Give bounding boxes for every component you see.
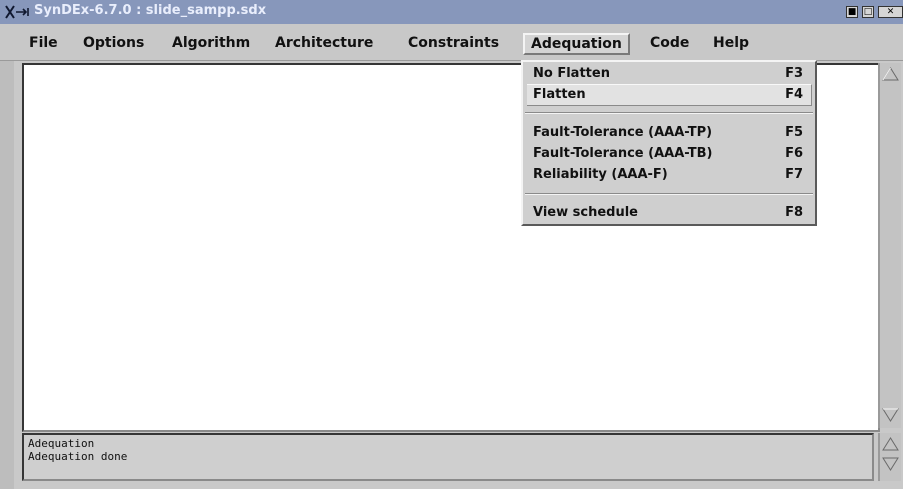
menu-help[interactable]: Help bbox=[706, 32, 756, 54]
scroll-down-icon[interactable] bbox=[882, 457, 899, 471]
menu-bar: File Options Algorithm Architecture Cons… bbox=[0, 24, 903, 61]
menu-algorithm[interactable]: Algorithm bbox=[165, 32, 257, 54]
menu-item-view-schedule[interactable]: View schedule F8 bbox=[527, 203, 811, 223]
title-bar[interactable]: SynDEx-6.7.0 : slide_sampp.sdx ■ □ ✕ bbox=[0, 0, 903, 25]
menu-separator bbox=[525, 193, 813, 195]
log-scrollbar[interactable] bbox=[878, 433, 901, 481]
window-title: SynDEx-6.7.0 : slide_sampp.sdx bbox=[34, 3, 267, 18]
menu-item-fault-tolerance-tb[interactable]: Fault-Tolerance (AAA-TB) F6 bbox=[527, 144, 811, 164]
menu-code[interactable]: Code bbox=[643, 32, 696, 54]
log-line: Adequation bbox=[28, 437, 95, 450]
menu-item-shortcut: F8 bbox=[785, 205, 803, 220]
menu-item-shortcut: F5 bbox=[785, 125, 803, 140]
menu-item-label: Flatten bbox=[533, 87, 586, 102]
menu-architecture[interactable]: Architecture bbox=[268, 32, 380, 54]
maximize-icon[interactable]: □ bbox=[862, 6, 874, 18]
left-frame bbox=[0, 61, 14, 489]
menu-item-label: View schedule bbox=[533, 205, 638, 220]
close-icon[interactable]: ✕ bbox=[878, 6, 903, 18]
menu-options[interactable]: Options bbox=[76, 32, 151, 54]
menu-separator bbox=[525, 112, 813, 114]
menu-item-label: Reliability (AAA-F) bbox=[533, 167, 668, 182]
menu-item-shortcut: F6 bbox=[785, 146, 803, 161]
menu-item-shortcut: F3 bbox=[785, 66, 803, 81]
menu-item-reliability[interactable]: Reliability (AAA-F) F7 bbox=[527, 165, 811, 185]
scroll-down-icon[interactable] bbox=[882, 408, 899, 422]
menu-item-label: Fault-Tolerance (AAA-TB) bbox=[533, 146, 713, 161]
menu-item-fault-tolerance-tp[interactable]: Fault-Tolerance (AAA-TP) F5 bbox=[527, 123, 811, 143]
scroll-up-icon[interactable] bbox=[882, 437, 899, 451]
menu-file[interactable]: File bbox=[22, 32, 65, 54]
scroll-up-icon[interactable] bbox=[882, 67, 899, 81]
menu-item-label: No Flatten bbox=[533, 66, 610, 81]
menu-item-no-flatten[interactable]: No Flatten F3 bbox=[527, 64, 811, 84]
menu-item-shortcut: F7 bbox=[785, 167, 803, 182]
minimize-icon[interactable]: ■ bbox=[846, 6, 858, 18]
menu-item-flatten[interactable]: Flatten F4 bbox=[527, 84, 812, 106]
main-scrollbar[interactable] bbox=[878, 63, 901, 428]
log-line: Adequation done bbox=[28, 450, 128, 463]
menu-adequation[interactable]: Adequation bbox=[523, 33, 630, 55]
menu-constraints[interactable]: Constraints bbox=[401, 32, 506, 54]
menu-item-shortcut: F4 bbox=[785, 87, 803, 102]
menu-item-label: Fault-Tolerance (AAA-TP) bbox=[533, 125, 713, 140]
log-panel[interactable]: Adequation Adequation done bbox=[22, 433, 874, 481]
adequation-dropdown: No Flatten F3 Flatten F4 Fault-Tolerance… bbox=[521, 60, 817, 226]
x-arrow-icon[interactable] bbox=[4, 3, 32, 21]
